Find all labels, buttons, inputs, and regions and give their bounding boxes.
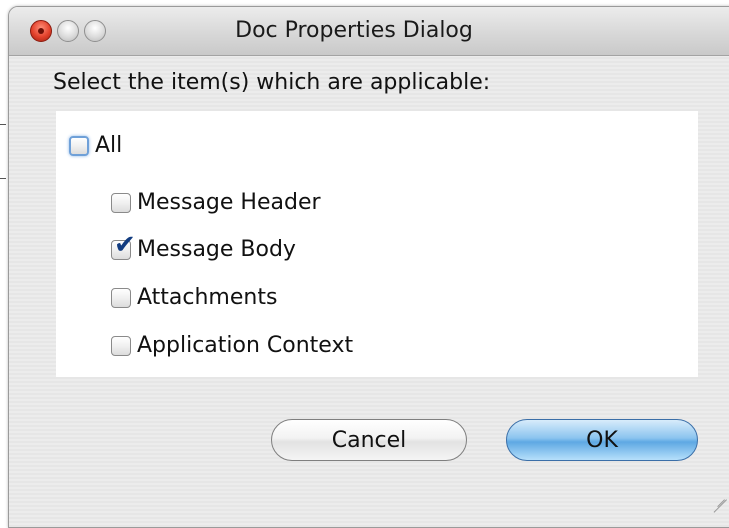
checkbox-message-header-label: Message Header [137,190,321,215]
ok-button[interactable]: OK [506,419,698,461]
resize-grip-icon[interactable] [705,479,727,513]
checkbox-application-context-label: Application Context [137,333,354,358]
checkbox-all-box[interactable] [69,135,89,156]
cancel-button[interactable]: Cancel [271,419,467,461]
checkbox-all-label: All [95,133,123,158]
checkbox-message-body[interactable]: ✔ Message Body [111,232,296,262]
checkbox-attachments-box[interactable] [111,287,131,308]
checkbox-message-body-label: Message Body [137,237,296,262]
minimize-window-icon[interactable] [57,20,79,42]
checkbox-application-context-box[interactable] [111,335,131,356]
dialog-prompt: Select the item(s) which are applicable: [53,70,491,95]
checkbox-all[interactable]: All [69,133,122,158]
options-panel: All Message Header ✔ Message Body Attach… [56,111,698,377]
close-window-icon[interactable] [30,20,52,42]
left-edge-mark [0,178,6,179]
zoom-window-icon[interactable] [84,20,106,42]
checkbox-message-header[interactable]: Message Header [111,190,321,215]
dialog-window: Doc Properties Dialog Select the item(s)… [8,6,729,528]
checkbox-message-header-box[interactable] [111,192,131,213]
checkbox-application-context[interactable]: Application Context [111,333,353,358]
checkbox-attachments-label: Attachments [137,285,278,310]
checkbox-attachments[interactable]: Attachments [111,285,277,310]
checkmark-icon: ✔ [114,229,136,260]
window-title: Doc Properties Dialog [235,18,473,43]
checkbox-message-body-box[interactable]: ✔ [111,232,136,260]
title-bar[interactable]: Doc Properties Dialog [9,7,729,56]
left-edge-mark [0,124,6,125]
